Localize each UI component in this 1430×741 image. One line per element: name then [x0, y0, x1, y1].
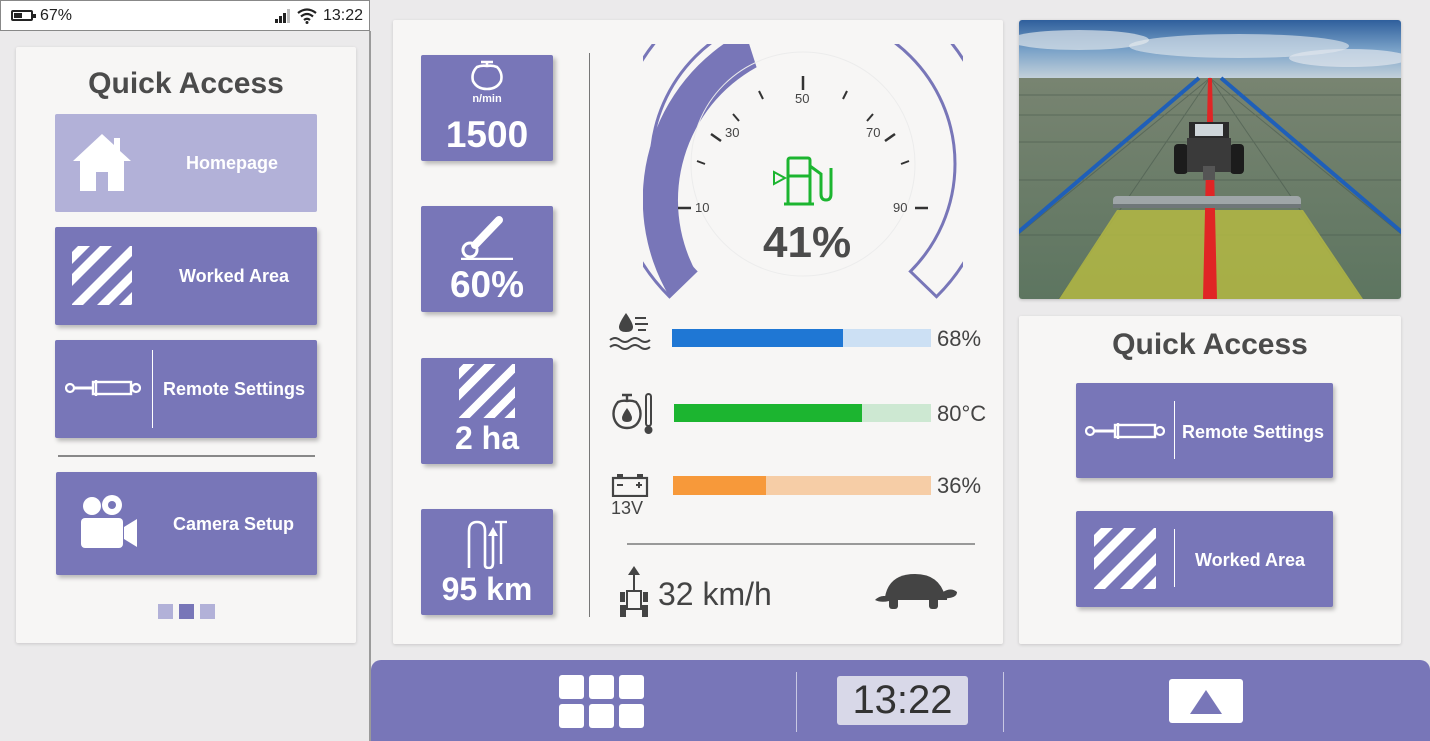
camera-icon: [81, 495, 137, 548]
app-grid-cell: [559, 704, 584, 728]
right-panel-title: Quick Access: [1112, 328, 1308, 361]
dashboard-panel: n/min 1500 60% 2 ha 95 km 10 30 50 70 90…: [393, 20, 1003, 644]
right-worked-area-label: Worked Area: [1195, 550, 1306, 570]
engine-icon: [471, 60, 503, 91]
battery-voltage: 13V: [611, 498, 644, 518]
stripes-icon: [459, 364, 515, 418]
wifi-icon: [297, 7, 317, 24]
phone-divider: [369, 31, 371, 741]
camera-setup-label: Camera Setup: [173, 514, 295, 534]
camera-view[interactable]: [1019, 20, 1401, 299]
trip-route-icon: [467, 520, 507, 569]
stripes-icon: [72, 246, 132, 305]
battery-icon: [11, 10, 36, 21]
remote-settings-label: Remote Settings: [163, 379, 306, 399]
left-panel-title: Quick Access: [88, 67, 284, 100]
engine-temp-bar-fill: [674, 404, 862, 422]
bottom-bar: 13:22: [371, 660, 1430, 741]
right-remote-settings-separator: [1174, 401, 1175, 459]
tiles-separator: [589, 53, 590, 617]
left-panel-divider: [58, 455, 315, 457]
worked-area-label: Worked Area: [179, 266, 290, 286]
fuel-level-arc: [643, 44, 757, 297]
app-grid-icon: [559, 675, 584, 699]
gauge-tick-10: 10: [695, 200, 710, 215]
fuel-pump-icon: [773, 156, 833, 206]
app-grid-cell: [589, 675, 614, 699]
engine-temp-value: 80°C: [937, 401, 987, 426]
homepage-label: Homepage: [186, 153, 279, 173]
coolant-icon: [609, 313, 651, 350]
battery-value: 36%: [937, 473, 982, 498]
app-grid-cell: [589, 704, 614, 728]
app-grid-cell: [619, 675, 644, 699]
page-dot-1[interactable]: [158, 604, 173, 619]
homepage-button[interactable]: Homepage: [55, 114, 317, 212]
trip-distance-value: 95 km: [441, 571, 533, 607]
gauge-tick-90: 90: [893, 200, 908, 215]
battery-bar-track: [673, 476, 931, 495]
battery-percent: 67%: [40, 6, 73, 24]
coolant-bar-track: [672, 329, 931, 347]
left-quick-access-panel: Quick Access Homepage Worked Area Remote…: [16, 47, 356, 643]
gauge-tick-30: 30: [725, 125, 740, 140]
page-dot-2[interactable]: [179, 604, 194, 619]
up-triangle-icon: [1190, 690, 1222, 714]
turtle-icon[interactable]: [871, 570, 959, 614]
engine-rpm-unit: n/min: [472, 93, 502, 105]
home-icon: [73, 134, 131, 191]
pedal-position-tile[interactable]: 60%: [421, 206, 553, 312]
gauge-tick-70: 70: [866, 125, 881, 140]
right-worked-area-separator: [1174, 529, 1175, 587]
speed-separator: [627, 543, 975, 545]
right-remote-settings-button[interactable]: Remote Settings: [1076, 383, 1333, 478]
app-grid-button[interactable]: [559, 675, 646, 728]
worked-area-tile[interactable]: 2 ha: [421, 358, 553, 464]
status-time: 13:22: [322, 6, 363, 24]
right-worked-area-button[interactable]: Worked Area: [1076, 511, 1333, 607]
page-indicator: [158, 604, 215, 619]
right-remote-settings-label: Remote Settings: [1182, 422, 1325, 442]
bottom-bar-separator-2: [1003, 672, 1004, 732]
coolant-value: 68%: [937, 326, 982, 351]
camera-setup-button[interactable]: Camera Setup: [56, 472, 317, 575]
hydraulic-cylinder-icon: [1085, 423, 1165, 439]
coolant-bar-fill: [672, 329, 843, 347]
page-dot-3[interactable]: [200, 604, 215, 619]
bottom-bar-separator-1: [796, 672, 797, 732]
remote-settings-button[interactable]: Remote Settings: [55, 340, 317, 438]
camera-feed-image: [1019, 20, 1401, 299]
battery-icon: [611, 474, 649, 497]
app-grid-cell: [619, 704, 644, 728]
stripes-icon: [1094, 528, 1156, 589]
engine-temp-icon: [612, 393, 653, 434]
engine-rpm-tile[interactable]: n/min 1500: [421, 55, 553, 161]
worked-area-value: 2 ha: [454, 420, 520, 456]
signal-icon: [274, 8, 290, 23]
pedal-position-value: 60%: [449, 264, 525, 305]
worked-area-button[interactable]: Worked Area: [55, 227, 317, 325]
hydraulic-cylinder-icon: [65, 380, 141, 396]
trip-distance-tile[interactable]: 95 km: [421, 509, 553, 615]
ground-speed-value: 32 km/h: [658, 576, 772, 612]
clock-display: 13:22: [837, 676, 968, 725]
remote-settings-separator: [152, 350, 153, 428]
right-quick-access-panel: Quick Access Remote Settings Worked Area: [1019, 316, 1401, 644]
battery-bar-fill: [673, 476, 766, 495]
tractor-speed-icon: [620, 566, 648, 617]
engine-temp-bar-track: [674, 404, 931, 422]
engine-rpm-value: 1500: [445, 114, 529, 155]
pedal-icon: [461, 216, 513, 260]
up-button[interactable]: [1169, 679, 1243, 723]
gauge-tick-50: 50: [795, 91, 810, 106]
status-bar: 67% 13:22: [0, 0, 370, 31]
fuel-level-value: 41%: [763, 218, 852, 267]
